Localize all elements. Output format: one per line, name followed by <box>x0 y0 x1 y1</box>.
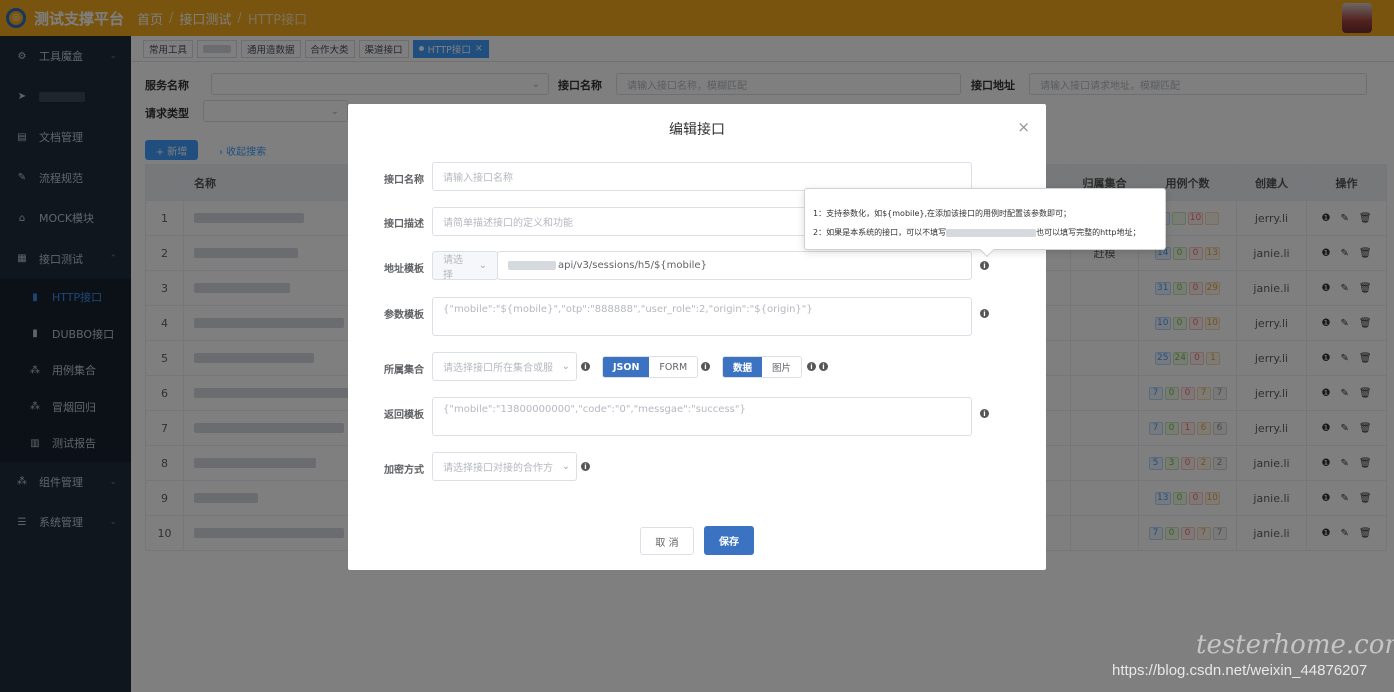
image-option[interactable]: 图片 <box>762 357 801 377</box>
format-toggle: JSON FORM <box>602 356 699 378</box>
param-template-label: 参数模板 <box>384 310 424 321</box>
api-desc-field-label: 接口描述 <box>384 219 424 230</box>
addr-prefix-select[interactable]: 请选择 ⌄ <box>432 251 498 281</box>
tooltip-line-2: 2：如果是本系统的接口，可以不填写 也可以填写完整的http地址； <box>813 228 1141 237</box>
data-type-toggle: 数据 图片 <box>722 356 803 378</box>
cancel-button[interactable]: 取 消 <box>640 527 694 555</box>
data-option[interactable]: 数据 <box>723 357 763 377</box>
param-template-textarea[interactable]: {"mobile":"${mobile}","otp":"888888","us… <box>432 297 972 336</box>
api-name-field-label: 接口名称 <box>384 175 424 186</box>
info-icon[interactable]: i <box>581 462 590 471</box>
format-form-option[interactable]: FORM <box>649 357 697 377</box>
encrypt-select[interactable]: 请选择接口对接的合作方 ⌄ <box>432 452 577 481</box>
addr-template-input[interactable]: api/v3/sessions/h5/${mobile} <box>497 251 972 280</box>
collection-placeholder: 请选择接口所在集合或服 <box>443 363 553 374</box>
info-icon[interactable]: i <box>980 261 989 270</box>
info-icon[interactable]: i <box>807 362 816 371</box>
addr-template-tooltip: 1：支持参数化，如${mobile},在添加该接口的用例时配置该参数即可； 2：… <box>804 188 1166 258</box>
tooltip-line-1: 1：支持参数化，如${mobile},在添加该接口的用例时配置该参数即可； <box>813 209 1072 218</box>
chevron-down-icon: ⌄ <box>561 361 570 372</box>
info-icon[interactable]: i <box>819 362 828 371</box>
return-template-label: 返回模板 <box>384 410 424 421</box>
redacted-host <box>508 261 556 270</box>
close-icon[interactable]: × <box>1017 118 1030 136</box>
collection-select[interactable]: 请选择接口所在集合或服 ⌄ <box>432 352 577 381</box>
redacted-text <box>946 228 1037 237</box>
addr-template-value: api/v3/sessions/h5/${mobile} <box>558 260 707 271</box>
url-watermark: https://blog.csdn.net/weixin_44876207 <box>1112 662 1368 679</box>
chevron-down-icon: ⌄ <box>561 461 570 472</box>
dialog-title: 编辑接口 <box>669 122 725 138</box>
encrypt-field-label: 加密方式 <box>384 465 424 476</box>
brand-watermark: testerhome.com <box>1196 630 1394 660</box>
edit-api-dialog: 编辑接口 × 接口名称 请输入接口名称 接口描述 请简单描述接口的定义和功能 地… <box>348 104 1046 570</box>
format-json-option[interactable]: JSON <box>603 357 650 377</box>
info-icon[interactable]: i <box>980 309 989 318</box>
return-template-textarea[interactable]: {"mobile":"13800000000","code":"0","mess… <box>432 397 972 436</box>
addr-template-label: 地址模板 <box>384 264 424 275</box>
encrypt-placeholder: 请选择接口对接的合作方 <box>443 463 553 474</box>
info-icon[interactable]: i <box>701 362 710 371</box>
api-name-field[interactable]: 请输入接口名称 <box>432 162 972 191</box>
addr-select-text: 请选择 <box>443 254 463 281</box>
info-icon[interactable]: i <box>980 409 989 418</box>
info-icon[interactable]: i <box>581 362 590 371</box>
collection-field-label: 所属集合 <box>384 365 424 376</box>
save-button[interactable]: 保存 <box>704 526 754 555</box>
chevron-down-icon: ⌄ <box>478 260 487 271</box>
